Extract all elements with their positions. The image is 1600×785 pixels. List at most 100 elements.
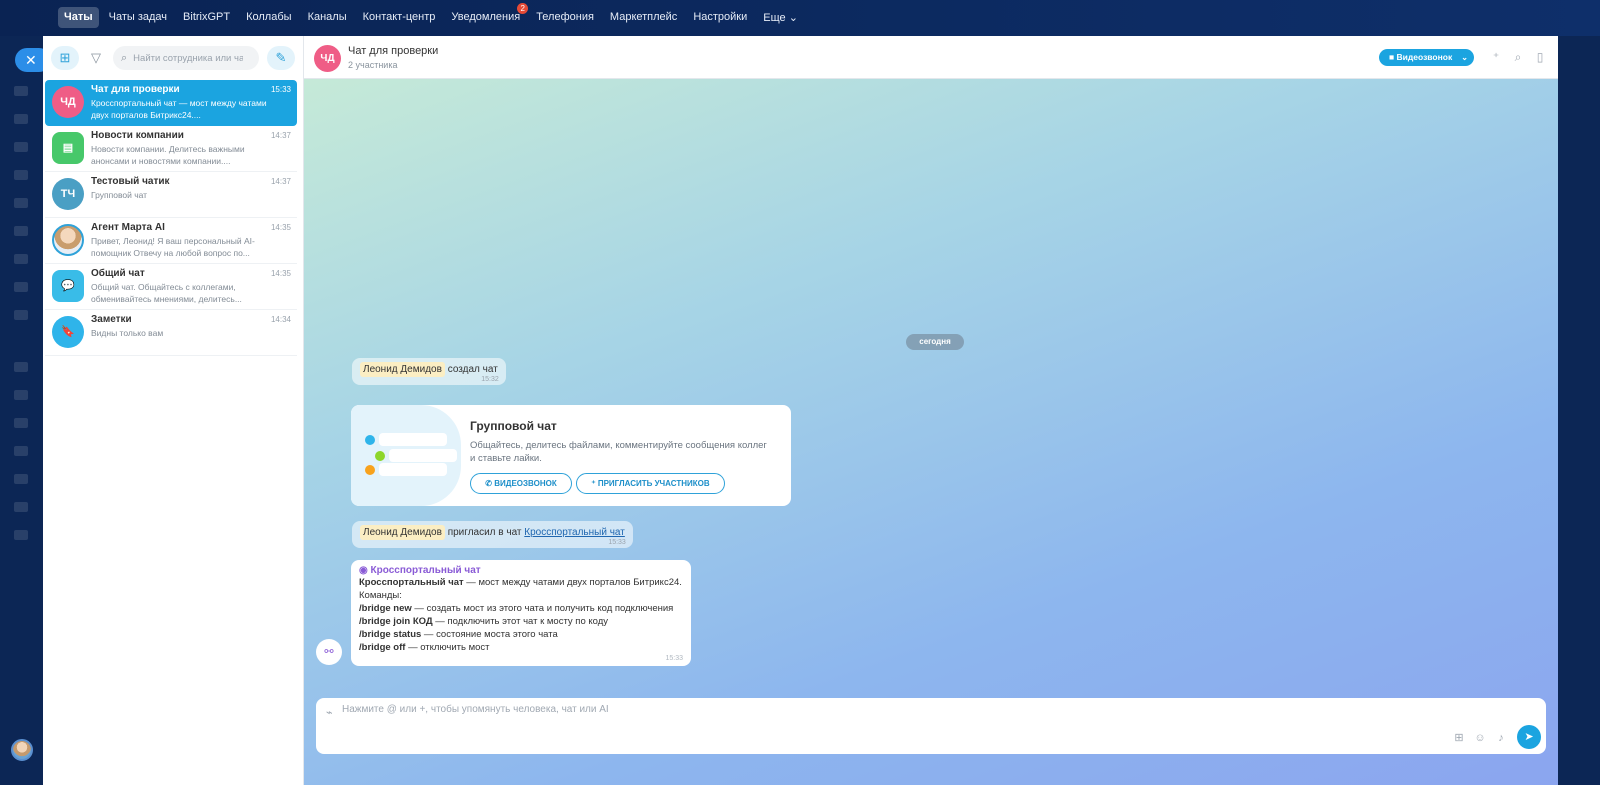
nav-more[interactable]: Еще ⌄ [757,7,804,28]
chat-list-item[interactable]: ТЧ Тестовый чатик 14:37 Групповой чат [45,172,297,218]
new-chat-icon[interactable]: ⊞ [51,46,79,70]
chat-time: 14:34 [270,315,291,324]
chat-preview: Групповой чат [91,190,148,200]
message-text: — отключить мост [405,642,490,653]
illus-row [379,463,447,476]
chat-members-count[interactable]: 2 участника [348,60,397,70]
apps-icon[interactable]: ⊞ [1453,732,1465,744]
message-text: — состояние моста этого чата [421,629,558,640]
filter-icon[interactable]: ▽ [87,49,105,67]
chat-list-item[interactable]: ▤ Новости компании 14:37 Новости компани… [45,126,297,172]
portal-right-strip [1558,36,1600,785]
message-author[interactable]: ◉ Кросспортальный чат [359,565,683,576]
top-nav-items: Чаты Чаты задач BitrixGPT Коллабы Каналы… [58,3,808,28]
compose-icon[interactable]: ✎ [267,46,295,70]
video-call-button[interactable]: ■ Видеозвонок ⌄ [1379,49,1474,66]
illus-dot [365,435,375,445]
top-navigation: Чаты Чаты задач BitrixGPT Коллабы Каналы… [0,0,1600,36]
search-box[interactable]: ⌕ [113,46,259,70]
command-text: /bridge join КОД [359,616,433,627]
user-mention[interactable]: Леонид Демидов [360,362,445,377]
illus-dot [375,451,385,461]
ai-agent-avatar [52,224,84,256]
chat-name: Чат для проверки [91,84,180,95]
paperclip-icon[interactable]: ⌁ [326,706,333,719]
message-text: — подключить этот чат к мосту по коду [432,616,608,627]
chat-list-item[interactable]: ЧД Чат для проверки 15:33 Кросспортальны… [45,80,297,126]
chat-header-avatar[interactable]: ЧД [314,45,341,72]
menu-ghost-icon [14,226,28,236]
message-text: — мост между чатами двух порталов Битрик… [463,577,682,588]
chat-avatar: ЧД [52,86,84,118]
notifications-badge: 2 [517,3,529,14]
chat-time: 15:33 [270,85,291,94]
illus-row [379,433,447,446]
user-avatar[interactable] [11,739,33,761]
search-input[interactable] [133,52,244,64]
illus-row [389,449,457,462]
menu-ghost-icon [14,142,28,152]
card-title: Групповой чат [470,419,557,433]
chat-name: Общий чат [91,268,145,279]
chat-name: Заметки [91,314,132,325]
nav-task-chats[interactable]: Чаты задач [103,7,173,28]
command-text: /bridge status [359,629,422,640]
chat-preview: Общий чат. Общайтесь с коллегами, обмени… [91,282,242,304]
message-input[interactable] [342,704,942,715]
message-line: /bridge status — состояние моста этого ч… [359,628,683,641]
menu-ghost-icon [14,282,28,292]
send-icon[interactable]: ➤ [1517,725,1541,749]
card-description: Общайтесь, делитесь файлами, комментируй… [470,440,767,464]
nav-channels[interactable]: Каналы [302,7,353,28]
nav-more-label: Еще [763,12,786,24]
sidebar-toggle-icon[interactable]: ▯ [1533,50,1547,64]
nav-contact-center[interactable]: Контакт-центр [357,7,442,28]
add-user-icon[interactable]: ⁺ [1489,50,1503,64]
chat-name: Новости компании [91,130,184,141]
menu-ghost-icon [14,474,28,484]
message-line: Кросспортальный чат — мост между чатами … [359,576,683,589]
message-time: 15:32 [481,376,499,383]
smile-icon[interactable]: ☺ [1474,732,1486,744]
chat-list-item[interactable]: Агент Марта AI 14:35 Привет, Леонид! Я в… [45,218,297,264]
camera-icon: ■ [1389,52,1395,62]
search-icon[interactable]: ⌕ [1511,50,1525,64]
menu-ghost-icon [14,198,28,208]
message-time: 15:33 [665,655,683,662]
menu-ghost-icon [14,418,28,428]
chat-list-item[interactable]: 🔖 Заметки 14:34 Видны только вам [45,310,297,356]
menu-ghost-icon [14,502,28,512]
chat-header: ЧД Чат для проверки 2 участника ■ Видеоз… [304,36,1558,79]
menu-ghost-icon [14,446,28,456]
menu-ghost-icon [14,114,28,124]
phone-icon: ✆ [485,479,492,488]
bridge-bot-avatar[interactable]: ⚯ [316,639,342,665]
menu-ghost-icon [14,254,28,264]
card-video-label: ВИДЕОЗВОНОК [494,479,557,488]
nav-marketplace[interactable]: Маркетплейс [604,7,683,28]
illus-dot [365,465,375,475]
chat-list-item[interactable]: 💬 Общий чат 14:35 Общий чат. Общайтесь с… [45,264,297,310]
microphone-icon[interactable]: ♪ [1495,732,1507,744]
system-message-invited: Леонид Демидов пригласил в чат Кросспорт… [352,521,633,548]
chat-preview: Кросспортальный чат — мост между чатами … [91,98,267,120]
bot-icon: ◉ [359,565,368,576]
nav-settings[interactable]: Настройки [687,7,753,28]
chevron-down-icon[interactable]: ⌄ [1461,49,1468,66]
chat-link[interactable]: Кросспортальный чат [524,527,625,538]
nav-notifications[interactable]: Уведомления 2 [445,3,529,28]
card-video-call-button[interactable]: ✆ ВИДЕОЗВОНОК [470,473,572,494]
nav-bitrixgpt[interactable]: BitrixGPT [177,7,236,28]
nav-chats[interactable]: Чаты [58,7,99,28]
search-icon: ⌕ [121,51,128,64]
news-icon: ▤ [52,132,84,164]
chat-title[interactable]: Чат для проверки [348,45,438,57]
nav-collabs[interactable]: Коллабы [240,7,297,28]
chat-time: 14:37 [270,177,291,186]
nav-telephony[interactable]: Телефония [530,7,600,28]
invite-members-button[interactable]: ⁺ ПРИГЛАСИТЬ УЧАСТНИКОВ [576,473,725,494]
chat-time: 14:35 [270,223,291,232]
chat-list-header: ⊞ ▽ ⌕ ✎ [43,36,303,80]
user-mention[interactable]: Леонид Демидов [360,525,445,540]
bold-text: Кросспортальный чат [359,577,464,588]
